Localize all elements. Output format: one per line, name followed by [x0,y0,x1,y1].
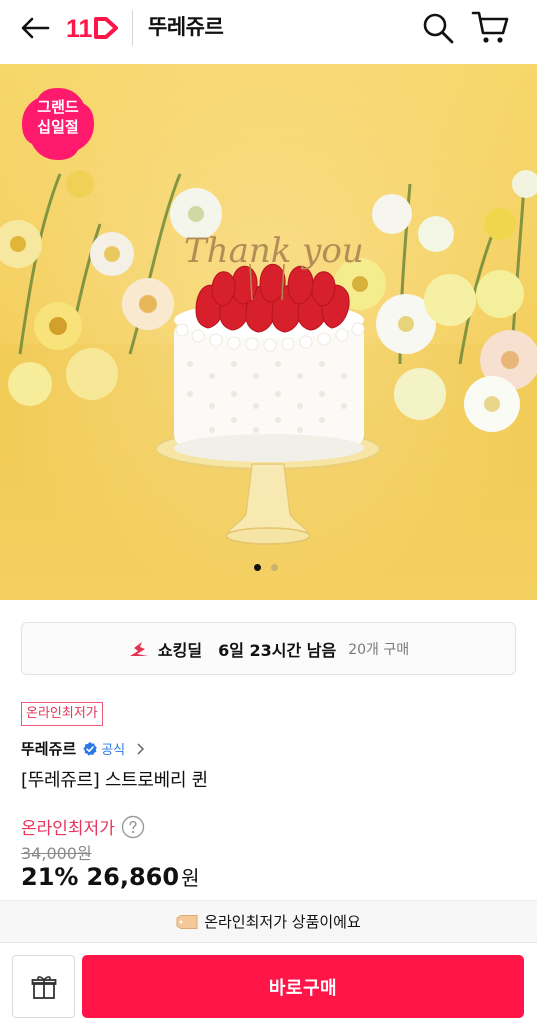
final-price-row: 21% 26,860 원 [21,862,199,891]
badge-line1: 그랜드 [37,98,79,116]
svg-text:11: 11 [66,15,93,43]
verified-check-icon [83,741,98,756]
buy-now-button[interactable]: 바로구매 [82,955,524,1018]
price-tag-icon [176,914,198,929]
logo-mark-icon: 11 [66,15,118,43]
carousel-pagination [254,564,278,571]
back-arrow-icon[interactable] [16,12,56,44]
shocking-deal-bar: 쇼킹딜 6일 23시간 남음 20개 구매 [21,622,516,675]
pagination-dot-active[interactable] [254,564,261,571]
gift-icon [31,975,56,999]
store-title[interactable]: 뚜레쥬르 [148,13,224,41]
help-icon[interactable] [121,815,145,839]
notice-text: 온라인최저가 상품이에요 [204,913,361,931]
sale-price: 26,860 [86,863,180,891]
search-icon[interactable] [420,10,456,46]
chevron-right-icon[interactable] [135,742,145,755]
deal-label: 쇼킹딜 [157,640,203,660]
product-name: [뚜레쥬르] 스트로베리 퀸 [21,770,208,791]
deal-purchase-count: 20개 구매 [348,641,410,658]
header-divider [132,10,133,46]
official-label: 공식 [101,743,126,758]
cake-topper-text: Thank you [184,231,364,271]
cart-icon[interactable] [470,8,510,46]
seller-row[interactable]: 뚜레쥬르 공식 [21,738,145,759]
bottom-action-bar: 바로구매 [0,942,537,1024]
discount-rate: 21% [21,863,79,891]
lowest-price-notice: 온라인최저가 상품이에요 [0,900,537,942]
official-badge: 공식 [82,739,125,758]
deal-time-left: 6일 23시간 남음 [218,640,337,660]
top-app-bar: 11 뚜레쥬르 [0,0,537,64]
shocking-deal-icon [129,641,148,656]
original-price: 34,000원 [21,844,92,863]
badge-line2: 십일절 [37,118,79,136]
price-label-row: 온라인최저가 [21,814,145,839]
seller-name[interactable]: 뚜레쥬르 [21,738,76,759]
lowest-price-tag: 온라인최저가 [21,702,103,726]
product-image-carousel[interactable]: Thank you 그랜드 십일절 [0,64,537,600]
currency-unit: 원 [181,866,200,890]
badge-text: 그랜드 십일절 [20,97,96,137]
pagination-dot[interactable] [271,564,278,571]
lowest-price-label: 온라인최저가 [21,819,115,839]
gift-button[interactable] [12,955,75,1018]
eleven-street-logo[interactable]: 11 [66,12,120,44]
